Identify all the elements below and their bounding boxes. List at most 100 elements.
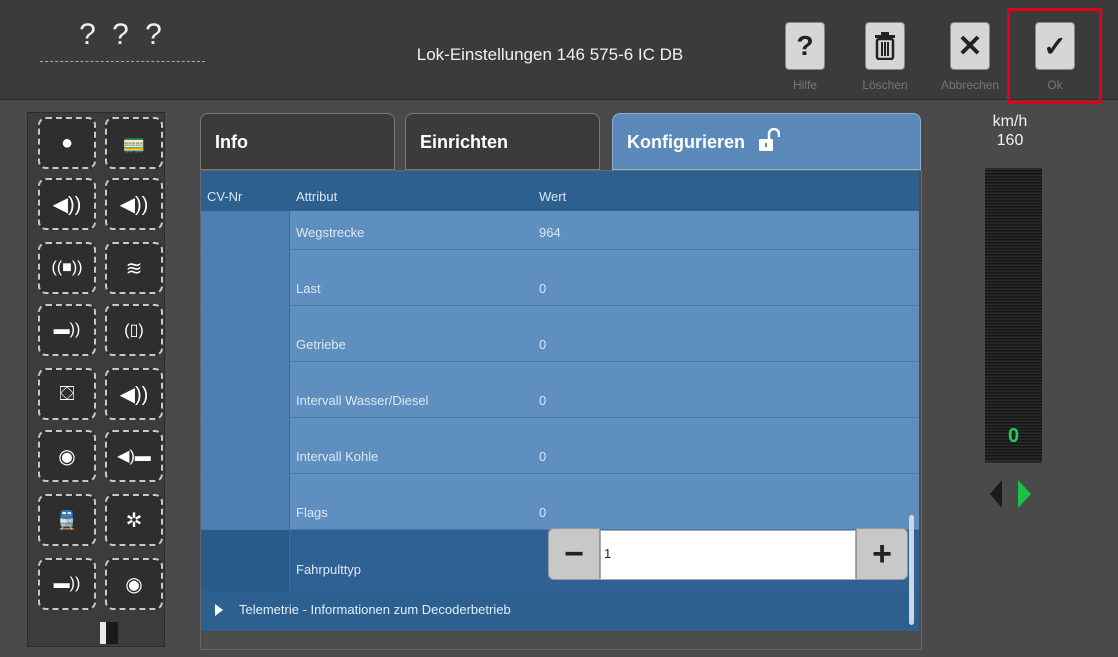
whistle-icon: ▬)) [53,321,81,338]
table-row[interactable]: Intervall Wasser/Diesel 0 [201,362,919,418]
trash-icon [875,32,895,60]
announcement-icon: ◀)) [119,383,149,406]
plus-icon: + [872,534,892,573]
speed-tick [985,257,1042,259]
function-radio2-button[interactable]: ◉ [105,558,163,610]
function-radio-button[interactable]: ◉ [38,430,96,482]
speed-tick [985,173,1042,175]
speed-tick [985,224,1042,226]
tab-konfigurieren-label: Konfigurieren [627,132,746,152]
speed-tick [985,215,1042,217]
speed-tick [985,197,1042,199]
cv-cell [201,474,290,529]
speed-tick [985,182,1042,184]
function-locomotive-button[interactable]: 🚃 [105,117,163,169]
function-sound-button[interactable]: ◀)) [105,178,163,230]
function-cab-sound-button[interactable]: ((■)) [38,242,96,294]
speed-tick [985,260,1042,262]
minus-icon: − [564,534,584,573]
speed-tick [985,317,1042,319]
function-door-sound-button[interactable]: (▯) [105,304,163,356]
function-scrollbar[interactable] [100,622,118,644]
speed-tick [985,323,1042,325]
function-light-button[interactable]: ● [38,117,96,169]
function-fan-button[interactable]: ✲ [105,494,163,546]
function-weight-button[interactable]: ⛋ [38,368,96,420]
speed-tick [985,203,1042,205]
tab-einrichten[interactable]: Einrichten [405,113,600,170]
help-button[interactable]: ? [785,22,825,70]
speed-tick [985,278,1042,280]
function-whistle-button[interactable]: ▬)) [38,304,96,356]
speed-tick [985,344,1042,346]
speed-tick [985,335,1042,337]
steam-icon: ≋ [125,257,143,280]
table-scrollbar[interactable] [909,515,914,625]
function-horn2-button[interactable]: ▬)) [38,558,96,610]
speed-tick [985,293,1042,295]
speed-tick [985,248,1042,250]
speed-tick [985,212,1042,214]
attribute-cell: Last [296,281,321,296]
decrement-button[interactable]: − [548,528,600,580]
table-row[interactable]: Getriebe 0 [201,306,919,362]
attribute-cell: Wegstrecke [296,225,365,240]
column-header-cv: CV-Nr [207,189,243,204]
value-cell: 0 [539,505,547,520]
function-announcement-button[interactable]: ◀)) [105,368,163,420]
speed-tick [985,296,1042,298]
speed-tick [985,413,1042,415]
speed-tick [985,263,1042,265]
speed-tick [985,455,1042,457]
value-cell: 0 [539,281,547,296]
speed-tick [985,188,1042,190]
table-row[interactable]: Intervall Kohle 0 [201,418,919,474]
function-train-button[interactable]: 🚆 [38,494,96,546]
attribute-cell: Fahrpulttyp [296,562,362,577]
loco-name-field[interactable]: ? ? ? [40,18,205,62]
function-coupling-sound-button[interactable]: ◀)▬ [105,430,163,482]
direction-reverse-button[interactable] [990,480,1002,508]
attribute-cell: Intervall Kohle [296,449,379,464]
speed-tick [985,368,1042,370]
speed-tick [985,395,1042,397]
function-horn-button[interactable]: ◀)) [38,178,96,230]
speed-tick [985,410,1042,412]
horn-icon: ◀)) [52,193,82,216]
speed-tick [985,218,1042,220]
speed-tick [985,191,1042,193]
speed-tick [985,350,1042,352]
speed-tick [985,449,1042,451]
speed-tick [985,233,1042,235]
close-icon: ✕ [957,29,983,63]
speed-slider[interactable] [985,168,1042,463]
speed-tick [985,185,1042,187]
cancel-button[interactable]: ✕ [950,22,990,70]
value-cell: 964 [539,225,561,240]
direction-forward-button[interactable] [1018,480,1031,508]
fahrpulttyp-input[interactable]: 1 [600,530,856,580]
tab-konfigurieren[interactable]: Konfigurieren [612,113,921,170]
tab-info-label: Info [215,132,248,152]
table-row[interactable]: Last 0 [201,250,919,306]
speed-tick [985,377,1042,379]
tab-info[interactable]: Info [200,113,395,170]
speed-tick [985,398,1042,400]
speed-tick [985,419,1042,421]
telemetry-expander[interactable]: Telemetrie - Informationen zum Decoderbe… [201,591,919,631]
speed-header: km/h 160 [970,112,1050,150]
speed-tick [985,302,1042,304]
speed-tick [985,341,1042,343]
attribute-cell: Intervall Wasser/Diesel [296,393,429,408]
function-steam-button[interactable]: ≋ [105,242,163,294]
train-icon: 🚆 [55,509,79,530]
speed-tick [985,353,1042,355]
table-row[interactable]: Wegstrecke 964 [201,211,919,250]
speed-tick [985,272,1042,274]
help-label: Hilfe [792,78,817,92]
speed-tick [985,374,1042,376]
increment-button[interactable]: + [856,528,908,580]
cv-cell [201,250,290,305]
table-row[interactable]: Flags 0 [201,474,919,530]
delete-button[interactable] [865,22,905,70]
